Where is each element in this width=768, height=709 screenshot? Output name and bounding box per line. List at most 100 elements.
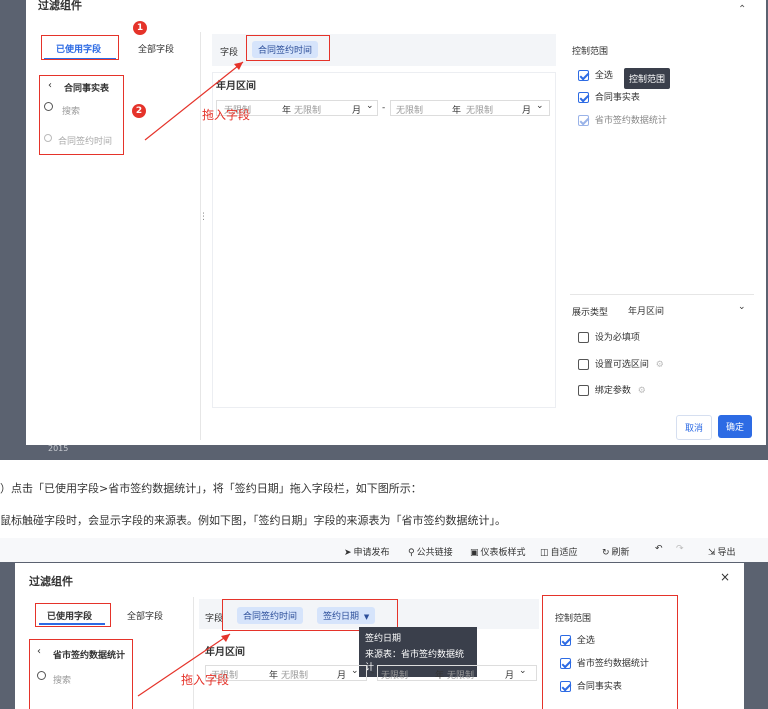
range-separator: - — [371, 668, 375, 678]
export-icon: ⇲ — [708, 548, 716, 558]
section-title: 年月区间 — [216, 81, 256, 92]
range-end-month-unit: 月 — [505, 671, 515, 681]
filter-dialog: 过滤组件 ⌃ 已使用字段 全部字段 1 ‹ 合同事实表 搜索 合同签约时间 2 … — [26, 0, 766, 445]
tab-all-fields[interactable]: 全部字段 — [127, 609, 163, 622]
confirm-button[interactable]: 确定 — [718, 415, 753, 438]
toolbar-style[interactable]: ▣ 仪表板样式 — [470, 545, 526, 558]
chevron-down-icon: ⌄ — [366, 101, 374, 111]
range-end-year: 无限制 — [381, 671, 409, 681]
gear-icon[interactable]: ⚙ — [656, 360, 664, 370]
field-label: 字段 — [220, 48, 239, 58]
control-item-contract-table[interactable]: 合同事实表 — [560, 679, 622, 692]
panel-divider — [200, 32, 201, 440]
range-end-year: 无限制 — [396, 106, 424, 116]
drag-label: 拖入字段 — [202, 108, 251, 122]
checkbox[interactable] — [560, 635, 571, 646]
checkbox[interactable] — [578, 92, 589, 103]
search-input[interactable]: 搜索 — [53, 673, 71, 686]
toolbar-publish[interactable]: ➤ 申请发布 — [344, 545, 390, 558]
filter-dialog-2: 过滤组件 × 已使用字段 全部字段 ‹ 省市签约数据统计 搜索 字段 合同签约时… — [15, 563, 744, 709]
gear-icon[interactable]: ⚙ — [638, 386, 646, 396]
send-icon: ➤ — [344, 548, 352, 558]
chevron-left-icon[interactable]: ‹ — [48, 80, 52, 91]
range-separator: - — [382, 103, 386, 113]
dialog-title: 过滤组件 — [29, 575, 73, 588]
preview-card — [212, 72, 556, 408]
chevron-down-icon: ⌄ — [519, 666, 527, 676]
drag-label: 拖入字段 — [181, 673, 230, 687]
highlight-box-field — [246, 35, 330, 61]
chevron-down-icon: ⌄ — [536, 101, 544, 111]
chevron-down-icon: ⌄ — [351, 666, 359, 676]
toolbar-public-link[interactable]: ⚲ 公共链接 — [408, 545, 453, 558]
search-icon — [44, 102, 53, 111]
clock-icon — [44, 134, 52, 142]
chevron-down-icon: ⌄ — [738, 302, 746, 312]
step-badge-2: 2 — [132, 104, 146, 118]
checkbox[interactable] — [560, 681, 571, 692]
chevron-up-icon[interactable]: ⌃ — [738, 4, 746, 15]
control-item-province-stats[interactable]: 省市签约数据统计 — [560, 656, 649, 669]
checkbox[interactable] — [578, 115, 589, 126]
checkbox[interactable] — [578, 332, 589, 343]
toolbar-adaptive[interactable]: ◫ 自适应 — [540, 545, 578, 558]
background-year: 2015 — [48, 444, 69, 453]
range-start-month: 无限制 — [294, 106, 322, 116]
cancel-button[interactable]: 取消 — [676, 415, 713, 440]
toolbar-export[interactable]: ⇲ 导出 — [708, 545, 736, 558]
field-item-contract-time[interactable]: 合同签约时间 — [58, 134, 112, 147]
range-end-month: 无限制 — [447, 671, 475, 681]
option-range[interactable]: 设置可选区间 ⚙ — [578, 357, 664, 370]
range-end-year-unit: 年 — [435, 671, 445, 681]
tab-all-fields[interactable]: 全部字段 — [138, 42, 174, 55]
control-item-contract-table[interactable]: 合同事实表 — [578, 90, 640, 103]
checkbox[interactable] — [560, 658, 571, 669]
range-start-year-unit: 年 — [269, 671, 279, 681]
option-bind-param[interactable]: 绑定参数 ⚙ — [578, 383, 646, 396]
checkbox[interactable] — [578, 70, 589, 81]
range-end-month-unit: 月 — [522, 106, 532, 116]
dialog-title: 过滤组件 — [38, 0, 82, 12]
right-divider — [570, 294, 754, 295]
step-badge-1: 1 — [133, 21, 147, 35]
screenshot-1: 过滤组件 ⌃ 已使用字段 全部字段 1 ‹ 合同事实表 搜索 合同签约时间 2 … — [0, 0, 768, 460]
highlight-box-tabs — [35, 603, 111, 627]
tooltip: 控制范围 — [624, 68, 671, 89]
range-start-month-unit: 月 — [352, 106, 362, 116]
doc-line-2: 鼠标触碰字段时，会显示字段的来源表。例如下图，「签约日期」字段的来源表为「省市签… — [0, 514, 506, 527]
table-name[interactable]: 省市签约数据统计 — [53, 648, 125, 661]
redo-icon[interactable]: ↷ — [676, 544, 684, 554]
range-end-month: 无限制 — [466, 106, 494, 116]
range-start-month-unit: 月 — [337, 671, 347, 681]
display-type-label: 展示类型 — [572, 308, 609, 318]
range-start-month: 无限制 — [281, 671, 309, 681]
style-icon: ▣ — [470, 548, 479, 558]
control-title: 控制范围 — [555, 614, 592, 624]
control-item-select-all[interactable]: 全选 — [578, 68, 613, 81]
doc-line-1: ）点击「已使用字段>省市签约数据统计」，将「签约日期」拖入字段栏，如下图所示： — [0, 482, 422, 495]
field-label: 字段 — [205, 614, 224, 624]
checkbox[interactable] — [578, 359, 589, 370]
link-icon: ⚲ — [408, 548, 415, 558]
search-input[interactable]: 搜索 — [62, 104, 80, 117]
toolbar-refresh[interactable]: ↻ 刷新 — [602, 545, 630, 558]
search-icon — [37, 671, 46, 680]
adaptive-icon: ◫ — [540, 548, 549, 558]
control-item-select-all[interactable]: 全选 — [560, 633, 595, 646]
range-end-year-unit: 年 — [452, 106, 462, 116]
section-title: 年月区间 — [205, 647, 245, 658]
screenshot-2: ➤ 申请发布 ⚲ 公共链接 ▣ 仪表板样式 ◫ 自适应 ↻ 刷新 ↶ ↷ ⇲ 导出 过滤组件… — [0, 538, 768, 709]
panel-divider — [193, 597, 194, 709]
range-start-year-unit: 年 — [282, 106, 292, 116]
undo-icon[interactable]: ↶ — [655, 544, 663, 554]
control-title: 控制范围 — [572, 47, 609, 57]
option-required[interactable]: 设为必填项 — [578, 330, 640, 343]
control-item-province-stats[interactable]: 省市签约数据统计 — [578, 113, 667, 126]
highlight-box-tabs — [41, 35, 119, 60]
chevron-left-icon[interactable]: ‹ — [37, 646, 41, 657]
checkbox[interactable] — [578, 385, 589, 396]
close-icon[interactable]: × — [720, 570, 730, 584]
display-type-value: 年月区间 — [628, 307, 665, 317]
table-name[interactable]: 合同事实表 — [64, 81, 109, 94]
refresh-icon: ↻ — [602, 548, 610, 558]
